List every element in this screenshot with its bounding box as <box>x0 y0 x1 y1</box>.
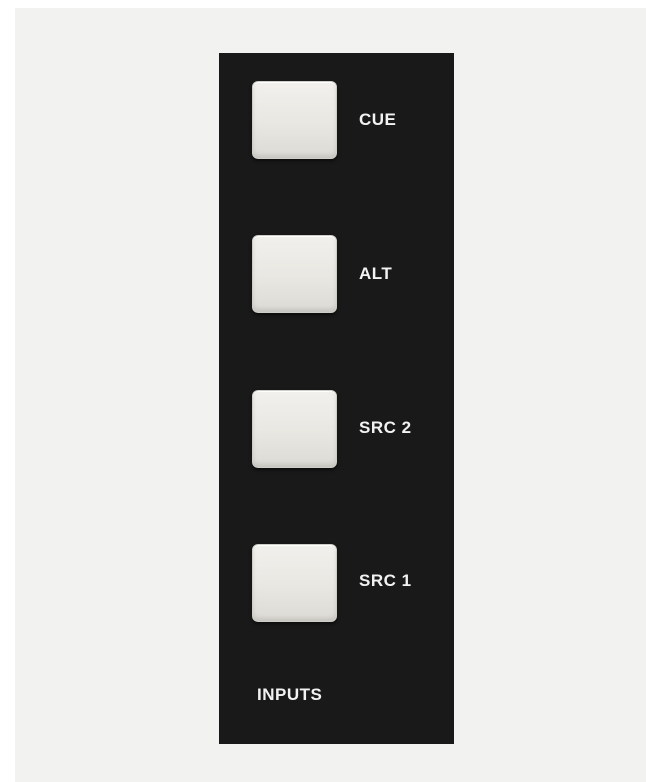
alt-button[interactable] <box>252 235 337 313</box>
alt-label: ALT <box>359 264 393 283</box>
inputs-section-label: INPUTS <box>257 685 323 704</box>
src2-button[interactable] <box>252 390 337 468</box>
src1-button[interactable] <box>252 544 337 622</box>
inputs-panel: CUE ALT SRC 2 SRC 1 INPUTS <box>219 53 454 744</box>
src1-label: SRC 1 <box>359 571 412 590</box>
cue-label: CUE <box>359 110 397 129</box>
src2-label: SRC 2 <box>359 418 412 437</box>
cue-button[interactable] <box>252 81 337 159</box>
